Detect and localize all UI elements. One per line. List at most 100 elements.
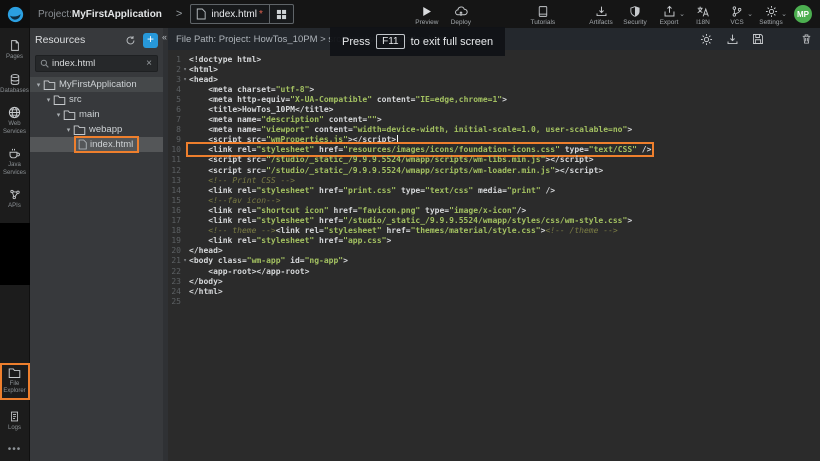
code-line[interactable]: 10 <link rel="stylesheet" href="resource… xyxy=(168,145,820,155)
tree-item-myfirstapplication[interactable]: ▾MyFirstApplication xyxy=(30,77,163,92)
tree-item-main[interactable]: ▾main xyxy=(30,107,163,122)
rail-item-databases[interactable]: Databases xyxy=(0,73,30,96)
code-line[interactable]: 11 <script src="/studio/_static_/9.9.9.5… xyxy=(168,155,820,165)
expand-arrow-icon[interactable]: ▾ xyxy=(44,96,53,104)
panel-divider[interactable]: « xyxy=(163,28,168,461)
expand-arrow-icon[interactable]: ▾ xyxy=(64,126,73,134)
clear-search-icon[interactable]: × xyxy=(145,58,153,69)
code-line[interactable]: 9 <script src="wmProperties.js"></script… xyxy=(168,135,820,145)
code-line[interactable]: 14 <link rel="stylesheet" href="print.cs… xyxy=(168,185,820,195)
line-number: 21 xyxy=(168,256,181,265)
editor-download-button[interactable] xyxy=(726,33,739,46)
code-line[interactable]: 2▾<html> xyxy=(168,64,820,74)
tab-file-name: index.html xyxy=(211,9,257,20)
rail-item-pages[interactable]: Pages xyxy=(0,39,30,62)
rail-item-apis[interactable]: APIs xyxy=(0,188,30,211)
code-line[interactable]: 17 <link rel="stylesheet" href="/studio/… xyxy=(168,216,820,226)
line-number: 11 xyxy=(168,155,181,164)
code-line[interactable]: 24</html> xyxy=(168,286,820,296)
fold-arrow-icon[interactable]: ▾ xyxy=(181,66,189,73)
tutorials-button[interactable]: Tutorials xyxy=(526,2,560,26)
search-input[interactable] xyxy=(52,58,145,69)
code-line[interactable]: 8 <meta name="viewport" content="width=d… xyxy=(168,125,820,135)
tree-item-label: src xyxy=(69,94,82,105)
refresh-icon[interactable] xyxy=(125,35,136,46)
rail-item-java-services[interactable]: Java Services xyxy=(0,147,30,177)
vcs-button[interactable]: VCS⌄ xyxy=(720,2,754,26)
code-line[interactable]: 16 <link rel="shortcut icon" href="favic… xyxy=(168,205,820,215)
download-tray-icon xyxy=(726,33,739,46)
editor-save-button[interactable] xyxy=(752,33,764,45)
play-icon xyxy=(420,5,433,18)
grid-icon[interactable] xyxy=(270,9,293,20)
tutorials-label: Tutorials xyxy=(531,19,556,26)
fold-arrow-icon[interactable]: ▾ xyxy=(181,257,189,264)
code-line[interactable]: 22 <app-root></app-root> xyxy=(168,266,820,276)
code-line[interactable]: 20</head> xyxy=(168,246,820,256)
chevron-down-icon: ⌄ xyxy=(747,10,753,18)
code-line[interactable]: 19 <link rel="stylesheet" href="app.css"… xyxy=(168,236,820,246)
coffee-icon xyxy=(8,147,21,160)
export-icon xyxy=(663,5,676,18)
code-line[interactable]: 13 <!-- Print CSS --> xyxy=(168,175,820,185)
code-editor[interactable]: 1<!doctype html>2▾<html>3▾<head>4 <meta … xyxy=(168,50,820,461)
line-number: 24 xyxy=(168,287,181,296)
tooltip-suffix-text: to exit full screen xyxy=(411,36,494,48)
code-text: <!-- theme --><link rel="stylesheet" hre… xyxy=(189,226,618,235)
code-line[interactable]: 3▾<head> xyxy=(168,74,820,84)
more-options-icon[interactable]: ••• xyxy=(8,444,22,455)
artifacts-button[interactable]: Artifacts xyxy=(584,2,618,26)
export-label: Export xyxy=(660,19,679,26)
code-line[interactable]: 7 <meta name="description" content=""> xyxy=(168,115,820,125)
rail-item-logs[interactable]: Logs xyxy=(0,410,30,433)
code-text: <!-- Print CSS --> xyxy=(189,176,295,185)
code-line[interactable]: 4 <meta charset="utf-8"> xyxy=(168,84,820,94)
export-button[interactable]: Export⌄ xyxy=(652,2,686,26)
expand-arrow-icon[interactable]: ▾ xyxy=(54,111,63,119)
code-line[interactable]: 15 <!--fav icon--> xyxy=(168,195,820,205)
fold-arrow-icon[interactable]: ▾ xyxy=(181,76,189,83)
settings-button[interactable]: Settings⌄ xyxy=(754,2,788,26)
preview-button[interactable]: Preview xyxy=(410,2,444,26)
security-button[interactable]: Security xyxy=(618,2,652,26)
editor-delete-button[interactable] xyxy=(801,33,812,45)
tab-index-html[interactable]: index.html * xyxy=(190,4,293,24)
user-avatar[interactable]: MP xyxy=(794,5,812,23)
rail-label: Pages xyxy=(6,54,23,62)
line-number: 12 xyxy=(168,166,181,175)
folder-icon xyxy=(43,79,56,91)
f11-key-badge: F11 xyxy=(376,34,405,49)
code-line[interactable]: 18 <!-- theme --><link rel="stylesheet" … xyxy=(168,226,820,236)
logs-icon xyxy=(9,410,20,423)
rail-item-file-explorer[interactable]: File Explorer xyxy=(0,363,30,400)
breadcrumb-chevron-icon: > xyxy=(176,8,182,20)
line-number: 18 xyxy=(168,226,181,235)
code-text: <html> xyxy=(189,65,218,74)
settings-label: Settings xyxy=(759,19,783,26)
code-line[interactable]: 21▾<body class="wm-app" id="ng-app"> xyxy=(168,256,820,266)
code-line[interactable]: 5 <meta http-equiv="X-UA-Compatible" con… xyxy=(168,94,820,104)
code-line[interactable]: 23</body> xyxy=(168,276,820,286)
code-line[interactable]: 6 <title>HowTos_10PM</title> xyxy=(168,104,820,114)
i18n-button[interactable]: I18N xyxy=(686,2,720,26)
code-text: <meta charset="utf-8"> xyxy=(189,85,314,94)
expand-arrow-icon[interactable]: ▾ xyxy=(34,81,43,89)
deploy-button[interactable]: Deploy xyxy=(444,2,478,26)
line-number: 5 xyxy=(168,95,181,104)
line-number: 20 xyxy=(168,246,181,255)
code-line[interactable]: 25 xyxy=(168,296,820,306)
code-text: <meta name="description" content=""> xyxy=(189,115,382,124)
add-resource-button[interactable]: + xyxy=(143,33,158,48)
editor-settings-button[interactable] xyxy=(700,33,713,46)
tree-item-src[interactable]: ▾ src xyxy=(30,92,163,107)
tree-item-index-html[interactable]: index.html xyxy=(30,137,163,152)
collapse-panel-icon[interactable]: « xyxy=(162,32,167,42)
code-text: <meta name="viewport" content="width=dev… xyxy=(189,125,632,134)
branch-icon xyxy=(731,5,743,18)
tree-item-label: webapp xyxy=(89,124,122,135)
rail-item-web-services[interactable]: Web Services xyxy=(0,106,30,136)
code-line[interactable]: 12 <script src="/studio/_static_/9.9.9.5… xyxy=(168,165,820,175)
tree-item-webapp[interactable]: ▾ webapp xyxy=(30,122,163,137)
line-number: 9 xyxy=(168,135,181,144)
app-logo[interactable] xyxy=(0,0,30,28)
